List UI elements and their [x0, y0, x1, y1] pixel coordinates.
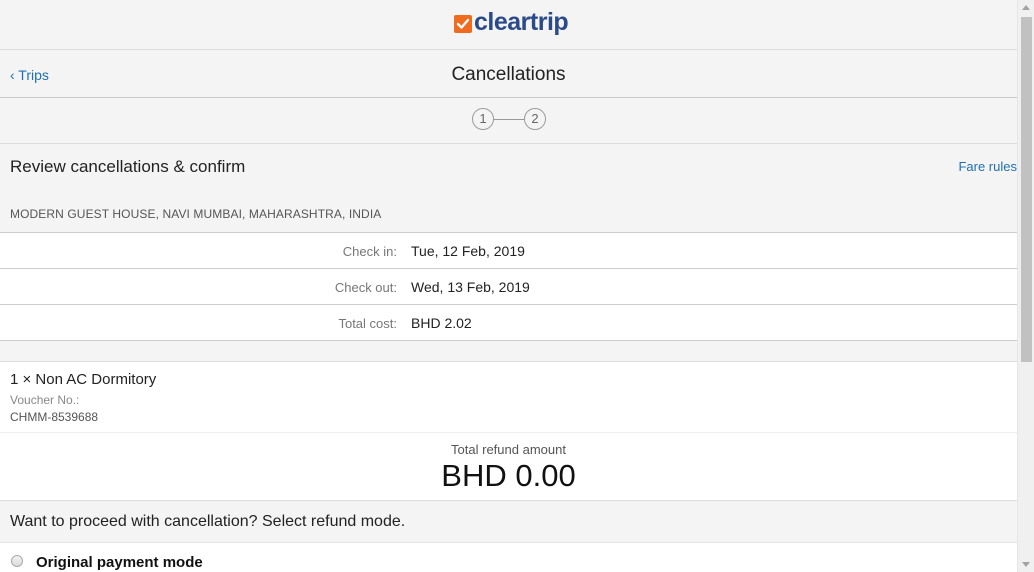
refund-amount: BHD 0.00 — [441, 458, 576, 493]
room-item: 1 × Non AC Dormitory Voucher No.: CHMM-8… — [0, 362, 1017, 433]
voucher-number: CHMM-8539688 — [10, 410, 99, 424]
voucher-label: Voucher No.: — [10, 393, 80, 407]
scroll-down-icon[interactable] — [1022, 562, 1030, 567]
check-in-label: Check in: — [342, 244, 397, 259]
review-header: Review cancellations & confirm Fare rule… — [0, 144, 1017, 232]
detail-row-check-out: Check out: Wed, 13 Feb, 2019 — [0, 269, 1017, 305]
step-2: 2 — [524, 108, 546, 130]
fare-rules-link[interactable]: Fare rules — [958, 159, 1017, 174]
progress-stepper: 1 2 — [0, 98, 1017, 144]
refund-mode-prompt: Want to proceed with cancellation? Selec… — [0, 501, 1017, 543]
refund-option-original[interactable]: Original payment mode — [0, 543, 1017, 572]
refund-label: Total refund amount — [451, 442, 566, 457]
step-1: 1 — [472, 108, 494, 130]
cleartrip-logo[interactable]: cleartrip — [454, 8, 569, 37]
original-payment-radio[interactable] — [11, 555, 23, 567]
total-cost-label: Total cost: — [338, 316, 397, 331]
checkmark-icon — [454, 14, 472, 33]
room-name: 1 × Non AC Dormitory — [10, 371, 157, 388]
navbar: ‹ Trips Cancellations — [0, 50, 1017, 98]
booking-details: Check in: Tue, 12 Feb, 2019 Check out: W… — [0, 232, 1017, 341]
scrollbar-thumb[interactable] — [1021, 17, 1032, 362]
check-in-value: Tue, 12 Feb, 2019 — [411, 243, 525, 259]
check-out-label: Check out: — [334, 280, 397, 295]
total-cost-value: BHD 2.02 — [411, 315, 472, 331]
original-payment-label[interactable]: Original payment mode — [36, 554, 203, 571]
detail-row-total-cost: Total cost: BHD 2.02 — [0, 305, 1017, 341]
check-out-value: Wed, 13 Feb, 2019 — [411, 279, 530, 295]
scroll-up-icon[interactable] — [1022, 5, 1030, 10]
site-header: cleartrip — [0, 0, 1017, 50]
brand-name: cleartrip — [474, 8, 569, 36]
review-title: Review cancellations & confirm — [10, 157, 246, 176]
hotel-name: MODERN GUEST HOUSE, NAVI MUMBAI, MAHARAS… — [10, 207, 382, 221]
page-title: Cancellations — [451, 64, 566, 85]
detail-row-check-in: Check in: Tue, 12 Feb, 2019 — [0, 233, 1017, 269]
cancellation-page: cleartrip ‹ Trips Cancellations 1 2 Revi… — [0, 0, 1017, 572]
refund-summary: Total refund amount BHD 0.00 — [0, 433, 1017, 501]
refund-mode-question: Want to proceed with cancellation? Selec… — [10, 513, 406, 530]
section-divider — [0, 341, 1017, 362]
vertical-scrollbar[interactable] — [1017, 0, 1034, 572]
step-connector — [493, 119, 524, 120]
